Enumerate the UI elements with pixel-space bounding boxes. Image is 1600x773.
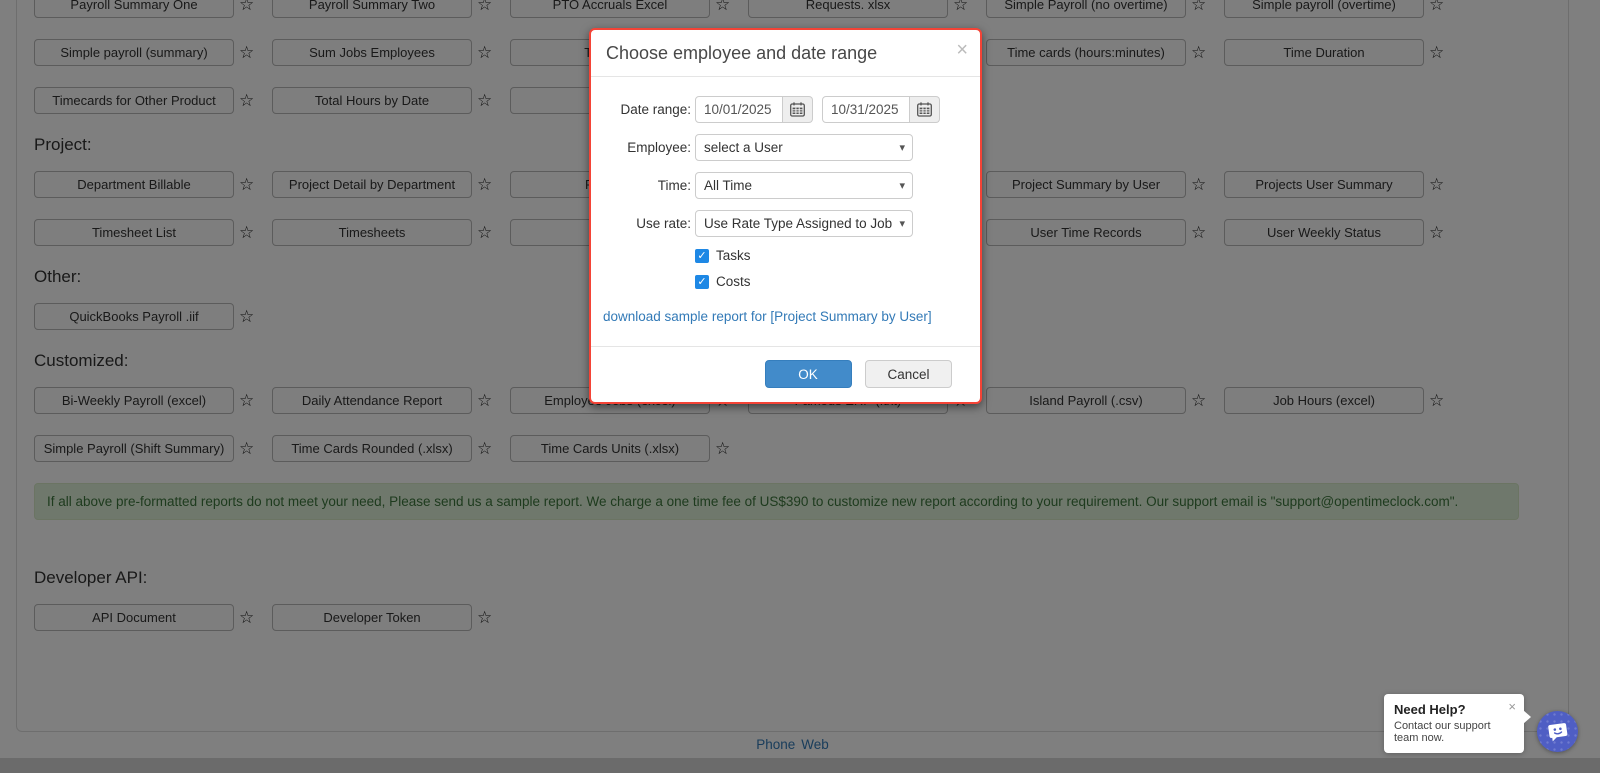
chat-launcher-button[interactable] — [1537, 711, 1578, 752]
employee-select-value: select a User — [704, 140, 783, 155]
date-range-label: Date range: — [620, 102, 691, 117]
calendar-icon — [917, 102, 932, 117]
cancel-button[interactable]: Cancel — [865, 360, 952, 388]
checkbox-row: ✓ Costs — [695, 274, 968, 289]
employee-label: Employee: — [627, 140, 691, 155]
need-help-title: Need Help? — [1394, 702, 1466, 717]
checkbox[interactable]: ✓ — [695, 274, 709, 289]
calendar-icon — [790, 102, 805, 117]
choose-employee-date-range-dialog: Choose employee and date range × Date ra… — [589, 28, 982, 404]
date-range-row: Date range: — [603, 96, 968, 123]
start-date-calendar-button[interactable] — [783, 96, 813, 123]
use-rate-select-value: Use Rate Type Assigned to Job — [704, 216, 893, 231]
time-select[interactable]: All Time ▾ — [695, 172, 913, 199]
dialog-header: Choose employee and date range × — [591, 30, 980, 77]
checkbox-row: ✓ Tasks — [695, 248, 968, 263]
checkbox-label: Tasks — [716, 248, 751, 263]
chevron-down-icon: ▾ — [899, 142, 905, 154]
dialog-footer: OK Cancel — [591, 346, 980, 402]
need-help-subtitle: Contact our support team now. — [1394, 720, 1491, 744]
chat-bubble-icon — [1547, 722, 1567, 741]
end-date-input[interactable] — [822, 96, 910, 123]
time-label: Time: — [657, 178, 691, 193]
time-select-value: All Time — [704, 178, 753, 193]
use-rate-select[interactable]: Use Rate Type Assigned to Job ▾ — [695, 210, 913, 237]
start-date-input[interactable] — [695, 96, 783, 123]
ok-button[interactable]: OK — [764, 360, 852, 388]
employee-select[interactable]: select a User ▾ — [695, 134, 913, 161]
dialog-title: Choose employee and date range — [606, 43, 878, 63]
close-icon[interactable]: × — [956, 40, 968, 60]
use-rate-row: Use rate: Use Rate Type Assigned to Job … — [603, 210, 968, 237]
chevron-down-icon: ▾ — [899, 218, 905, 230]
tooltip-close-icon[interactable]: × — [1508, 700, 1516, 713]
use-rate-label: Use rate: — [636, 216, 691, 231]
end-date-calendar-button[interactable] — [910, 96, 940, 123]
time-row: Time: All Time ▾ — [603, 172, 968, 199]
start-date-group — [695, 96, 813, 123]
checkbox-label: Costs — [716, 274, 751, 289]
need-help-tooltip: Need Help? Contact our support team now.… — [1384, 694, 1531, 753]
download-sample-report-link[interactable]: download sample report for [Project Summ… — [603, 309, 968, 324]
dialog-body: Date range: 10/01/2025 10/31/2025 Employ… — [591, 77, 980, 324]
end-date-group — [822, 96, 940, 123]
employee-row: Employee: select a User ▾ — [603, 134, 968, 161]
checkbox[interactable]: ✓ — [695, 248, 709, 263]
chevron-down-icon: ▾ — [899, 180, 905, 192]
